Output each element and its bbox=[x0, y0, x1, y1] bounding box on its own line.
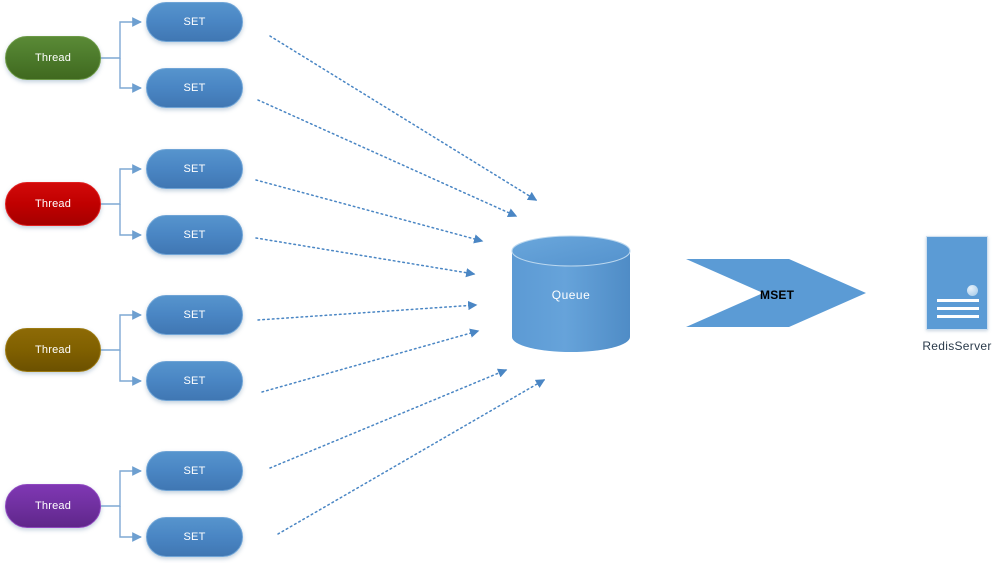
thread-node-olive[interactable]: Thread bbox=[5, 328, 101, 372]
set-command-node[interactable]: SET bbox=[146, 2, 243, 42]
set-label: SET bbox=[183, 465, 206, 477]
tree-connector-group bbox=[101, 17, 142, 542]
set-command-node[interactable]: SET bbox=[146, 361, 243, 401]
set-label: SET bbox=[183, 82, 206, 94]
set-label: SET bbox=[183, 16, 206, 28]
mset-node[interactable]: MSET bbox=[686, 258, 866, 328]
set-label: SET bbox=[183, 375, 206, 387]
queue-flow-arrows bbox=[255, 35, 546, 535]
server-rack-bars-icon bbox=[937, 315, 979, 318]
set-label: SET bbox=[183, 531, 206, 543]
thread-label: Thread bbox=[34, 52, 72, 64]
queue-cylinder-shape bbox=[511, 235, 631, 352]
status-led-icon bbox=[967, 285, 978, 296]
diagram-canvas: Thread Thread Thread Thread SET SET SET … bbox=[0, 0, 1001, 563]
mset-label: MSET bbox=[760, 288, 795, 302]
thread-node-red[interactable]: Thread bbox=[5, 182, 101, 226]
set-label: SET bbox=[183, 229, 206, 241]
thread-label: Thread bbox=[34, 198, 72, 210]
set-command-node[interactable]: SET bbox=[146, 68, 243, 108]
redis-server-node[interactable] bbox=[926, 236, 988, 330]
redis-server-caption: RedisServer bbox=[922, 339, 992, 353]
set-command-node[interactable]: SET bbox=[146, 451, 243, 491]
set-command-node[interactable]: SET bbox=[146, 215, 243, 255]
set-command-node[interactable]: SET bbox=[146, 295, 243, 335]
queue-label: Queue bbox=[551, 288, 591, 302]
set-label: SET bbox=[183, 309, 206, 321]
set-command-node[interactable]: SET bbox=[146, 149, 243, 189]
set-label: SET bbox=[183, 163, 206, 175]
thread-label: Thread bbox=[34, 344, 72, 356]
server-rack-bars-icon bbox=[937, 307, 979, 310]
thread-node-green[interactable]: Thread bbox=[5, 36, 101, 80]
set-command-node[interactable]: SET bbox=[146, 517, 243, 557]
thread-label: Thread bbox=[34, 500, 72, 512]
server-rack-bars-icon bbox=[937, 299, 979, 302]
thread-node-purple[interactable]: Thread bbox=[5, 484, 101, 528]
